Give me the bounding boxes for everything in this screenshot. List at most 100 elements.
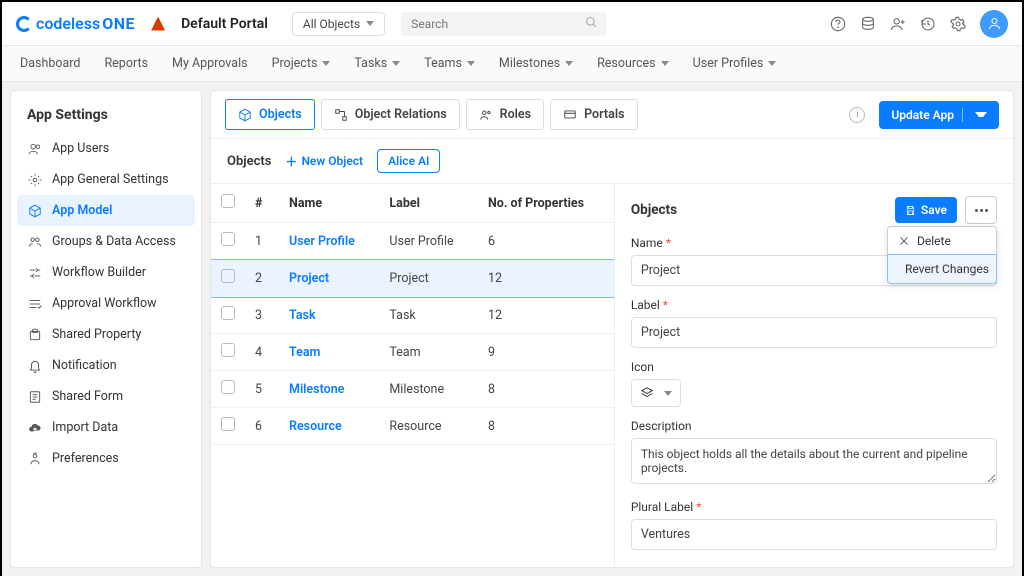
tab-objects[interactable]: Objects: [225, 99, 315, 130]
sidebar-item-workflow-builder[interactable]: Workflow Builder: [11, 257, 201, 288]
help-icon[interactable]: [830, 16, 846, 32]
sidebar-item-import-data[interactable]: Import Data: [11, 412, 201, 443]
row-props: 6: [478, 223, 614, 260]
sidebar-item-approval-workflow[interactable]: Approval Workflow: [11, 288, 201, 319]
more-actions-button[interactable]: [965, 196, 997, 224]
sidebar-item-general-settings[interactable]: App General Settings: [11, 164, 201, 195]
settings-icon[interactable]: [950, 16, 966, 32]
app-logo[interactable]: codelessONE: [16, 14, 135, 33]
table-row[interactable]: 1 User Profile User Profile 6: [211, 223, 614, 260]
sidebar-item-notification[interactable]: Notification: [11, 350, 201, 381]
chevron-down-icon: [768, 61, 776, 66]
database-icon[interactable]: [860, 16, 876, 32]
sidebar-item-groups[interactable]: Groups & Data Access: [11, 226, 201, 257]
row-number: 5: [245, 371, 279, 408]
row-props: 9: [478, 334, 614, 371]
select-all-checkbox[interactable]: [221, 194, 235, 208]
row-name-link[interactable]: Task: [279, 297, 379, 334]
field-label: Label*: [631, 298, 997, 348]
chevron-down-icon: [392, 61, 400, 66]
table-row[interactable]: 4 Team Team 9: [211, 334, 614, 371]
tab-object-relations[interactable]: Object Relations: [321, 99, 460, 130]
table-row[interactable]: 2 Project Project 12: [211, 260, 614, 297]
row-name-link[interactable]: User Profile: [279, 223, 379, 260]
row-name-link[interactable]: Milestone: [279, 371, 379, 408]
row-number: 3: [245, 297, 279, 334]
objects-panes: # Name Label No. of Properties 1 User Pr…: [211, 183, 1013, 567]
chevron-down-icon: [565, 61, 573, 66]
nav-dashboard[interactable]: Dashboard: [20, 56, 80, 71]
sidebar-item-app-users[interactable]: App Users: [11, 133, 201, 164]
main-layout: App Settings App Users App General Setti…: [2, 82, 1022, 576]
col-number: #: [245, 184, 279, 223]
row-checkbox[interactable]: [221, 343, 235, 357]
label-input[interactable]: [631, 317, 997, 348]
user-avatar[interactable]: [980, 10, 1008, 38]
row-checkbox[interactable]: [221, 232, 235, 246]
save-button[interactable]: Save: [895, 197, 957, 223]
nav-user-profiles[interactable]: User Profiles: [693, 56, 777, 71]
tab-portals[interactable]: Portals: [550, 99, 637, 130]
alice-ai-button[interactable]: Alice AI: [377, 149, 440, 173]
row-label: Milestone: [379, 371, 478, 408]
share-icon: [27, 327, 42, 342]
breadcrumb-objects: Objects: [227, 154, 271, 169]
sidebar-item-shared-form[interactable]: Shared Form: [11, 381, 201, 412]
sidebar-item-preferences[interactable]: Preferences: [11, 443, 201, 474]
nav-my-approvals[interactable]: My Approvals: [172, 56, 248, 71]
new-object-button[interactable]: ＋New Object: [285, 153, 363, 170]
nav-milestones[interactable]: Milestones: [499, 56, 573, 71]
gear-icon: [27, 172, 42, 187]
table-row[interactable]: 5 Milestone Milestone 8: [211, 371, 614, 408]
nav-resources[interactable]: Resources: [597, 56, 669, 71]
sidebar-item-app-model[interactable]: App Model: [17, 195, 195, 226]
history-icon[interactable]: [920, 16, 936, 32]
user-add-icon[interactable]: [890, 16, 906, 32]
row-checkbox[interactable]: [221, 417, 235, 431]
search-input[interactable]: [401, 12, 605, 36]
row-checkbox[interactable]: [221, 269, 235, 283]
sidebar-item-shared-property[interactable]: Shared Property: [11, 319, 201, 350]
approval-icon: [27, 296, 42, 311]
chevron-down-icon: [467, 61, 475, 66]
tab-roles[interactable]: Roles: [466, 99, 544, 130]
row-name-link[interactable]: Resource: [279, 408, 379, 445]
menu-delete[interactable]: Delete: [888, 227, 996, 255]
col-props: No. of Properties: [478, 184, 614, 223]
info-icon[interactable]: i: [849, 107, 865, 123]
update-app-button[interactable]: Update App: [879, 101, 999, 129]
icon-selector[interactable]: [631, 379, 681, 407]
portal-name[interactable]: Default Portal: [181, 16, 268, 32]
row-props: 8: [478, 371, 614, 408]
row-name-link[interactable]: Team: [279, 334, 379, 371]
objects-toolbar: Objects ＋New Object Alice AI: [211, 139, 1013, 183]
model-tabs: Objects Object Relations Roles Portals i…: [211, 91, 1013, 139]
global-search: [401, 12, 605, 36]
row-label: Resource: [379, 408, 478, 445]
ellipsis-icon: [975, 209, 988, 212]
more-actions-menu: Delete Revert Changes: [887, 226, 997, 284]
plural-label-input[interactable]: [631, 519, 997, 550]
row-name-link[interactable]: Project: [279, 260, 379, 297]
pref-icon: [27, 451, 42, 466]
label-label: Label*: [631, 298, 997, 312]
chevron-down-icon: [975, 112, 987, 117]
object-scope-selector[interactable]: All Objects: [292, 12, 385, 36]
field-icon: Icon: [631, 360, 997, 407]
row-checkbox[interactable]: [221, 380, 235, 394]
table-row[interactable]: 6 Resource Resource 8: [211, 408, 614, 445]
menu-revert-changes[interactable]: Revert Changes: [887, 254, 997, 284]
layers-icon: [640, 386, 654, 400]
nav-projects[interactable]: Projects: [272, 56, 331, 71]
col-label: Label: [379, 184, 478, 223]
chevron-down-icon: [664, 391, 672, 396]
description-label: Description: [631, 419, 997, 433]
description-input[interactable]: [631, 438, 997, 484]
nav-reports[interactable]: Reports: [104, 56, 148, 71]
nav-teams[interactable]: Teams: [424, 56, 475, 71]
icon-label: Icon: [631, 360, 997, 374]
nav-tasks[interactable]: Tasks: [354, 56, 400, 71]
table-row[interactable]: 3 Task Task 12: [211, 297, 614, 334]
row-number: 2: [245, 260, 279, 297]
row-checkbox[interactable]: [221, 306, 235, 320]
